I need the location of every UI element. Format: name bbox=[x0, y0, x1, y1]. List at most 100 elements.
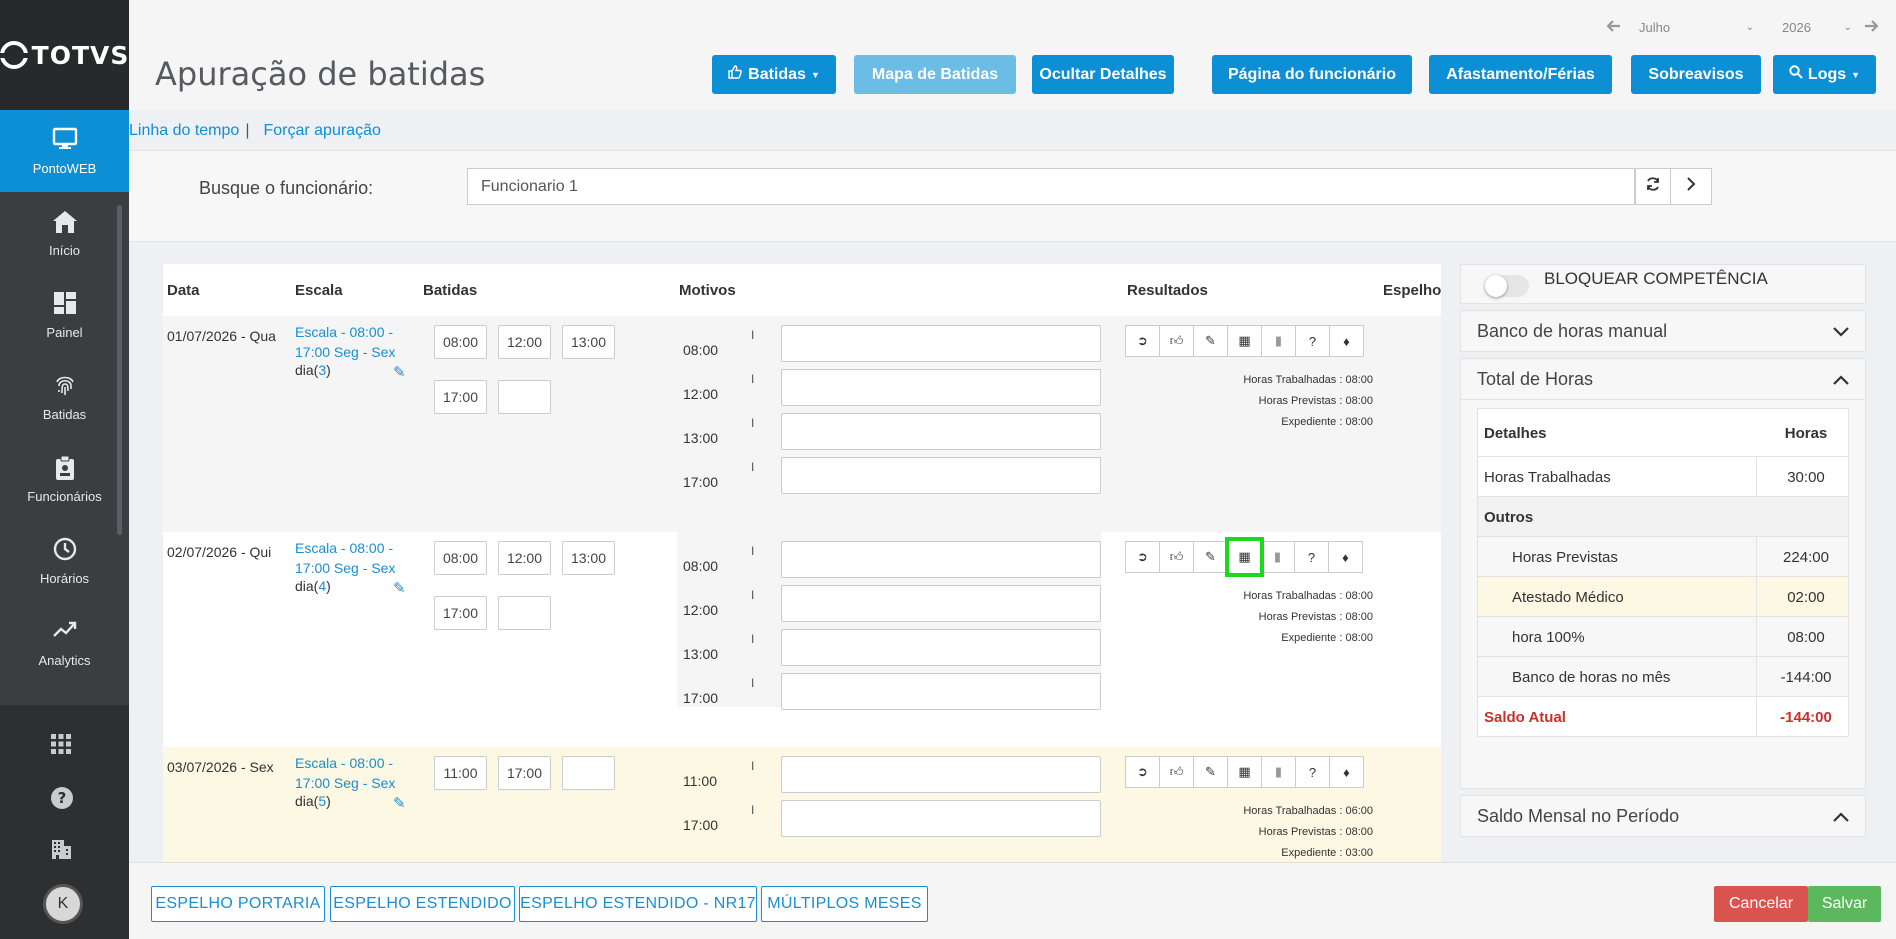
sidebar-item-inicio[interactable]: Início bbox=[0, 192, 129, 274]
pagina-funcionario-button[interactable]: Página do funcionário bbox=[1212, 55, 1412, 94]
next-employee-button[interactable] bbox=[1670, 168, 1712, 205]
afastamento-ferias-button[interactable]: Afastamento/Férias bbox=[1429, 55, 1612, 94]
sidebar-item-pontoweb[interactable]: PontoWEB bbox=[0, 110, 129, 192]
thumbs-up-icon[interactable]: 👍︎ bbox=[1159, 541, 1194, 573]
multiplos-meses-button[interactable]: MÚLTIPLOS MESES bbox=[761, 886, 928, 922]
batida-input[interactable]: 17:00 bbox=[434, 596, 487, 630]
exit-icon[interactable]: ➲ bbox=[1125, 541, 1160, 573]
motivo-input[interactable] bbox=[781, 673, 1101, 710]
question-icon[interactable]: ? bbox=[1295, 325, 1330, 357]
edit-escala-pencil-icon[interactable]: ✎ bbox=[393, 579, 406, 597]
employee-search-input[interactable]: Funcionario 1 bbox=[467, 168, 1635, 205]
batida-input[interactable]: 17:00 bbox=[498, 756, 551, 790]
motivo-input[interactable] bbox=[781, 541, 1101, 578]
chevron-up-icon[interactable] bbox=[1833, 806, 1849, 827]
bloquear-competencia-toggle[interactable] bbox=[1485, 275, 1529, 297]
motivo-input[interactable] bbox=[781, 369, 1101, 406]
dia-number[interactable]: 5 bbox=[318, 793, 326, 809]
sidebar-item-batidas[interactable]: Batidas bbox=[0, 356, 129, 438]
calendar-icon[interactable]: ▦ bbox=[1227, 325, 1262, 357]
ocultar-detalhes-button[interactable]: Ocultar Detalhes bbox=[1032, 55, 1174, 94]
month-select[interactable]: Julho ⌄ bbox=[1639, 20, 1754, 35]
batida-input[interactable]: 17:00 bbox=[434, 380, 487, 414]
motivo-input[interactable] bbox=[781, 413, 1101, 450]
refresh-button[interactable] bbox=[1635, 168, 1671, 205]
batida-input[interactable]: 08:00 bbox=[434, 325, 487, 359]
cell-divider bbox=[1756, 657, 1757, 696]
batidas-dropdown-button[interactable]: Batidas ▼ bbox=[712, 55, 836, 94]
escala-link[interactable]: Escala - 08:00 - 17:00 Seg - Sex bbox=[295, 322, 405, 362]
apps-grid-icon[interactable] bbox=[50, 733, 72, 761]
pencil-icon[interactable]: ✎ bbox=[1193, 756, 1228, 788]
espelho-estendido-button[interactable]: ESPELHO ESTENDIDO bbox=[330, 886, 515, 922]
chevron-down-icon[interactable] bbox=[1833, 321, 1849, 342]
pencil-icon[interactable]: ✎ bbox=[1193, 325, 1228, 357]
header-motivos: Motivos bbox=[679, 282, 736, 299]
forcar-apuracao-link[interactable]: Forçar apuração bbox=[263, 122, 380, 140]
bell-icon[interactable]: ♦ bbox=[1329, 756, 1364, 788]
motivo-input[interactable] bbox=[781, 756, 1101, 793]
edit-escala-pencil-icon[interactable]: ✎ bbox=[393, 363, 406, 381]
bell-icon[interactable]: ♦ bbox=[1329, 325, 1364, 357]
sidebar-item-analytics[interactable]: Analytics bbox=[0, 602, 129, 684]
batida-input[interactable]: 12:00 bbox=[498, 325, 551, 359]
sobreavisos-button[interactable]: Sobreavisos bbox=[1631, 55, 1761, 94]
batida-input-empty[interactable] bbox=[562, 756, 615, 790]
comment-icon[interactable]: ▮ bbox=[1260, 541, 1295, 573]
exit-icon[interactable]: ➲ bbox=[1125, 756, 1160, 788]
cell-divider bbox=[1756, 697, 1757, 736]
dia-number[interactable]: 4 bbox=[318, 578, 326, 594]
banco-horas-manual-panel[interactable]: Banco de horas manual bbox=[1460, 310, 1866, 352]
motivo-input[interactable] bbox=[781, 325, 1101, 362]
batida-input[interactable]: 13:00 bbox=[562, 541, 615, 575]
motivo-input[interactable] bbox=[781, 585, 1101, 622]
escala-link[interactable]: Escala - 08:00 - 17:00 Seg - Sex bbox=[295, 753, 405, 793]
batida-input[interactable]: 11:00 bbox=[434, 756, 487, 790]
batida-input-empty[interactable] bbox=[498, 380, 551, 414]
bell-icon[interactable]: ♦ bbox=[1328, 541, 1363, 573]
pencil-icon[interactable]: ✎ bbox=[1193, 541, 1228, 573]
arrow-right-icon[interactable] bbox=[1864, 20, 1879, 35]
espelho-portaria-button[interactable]: ESPELHO PORTARIA bbox=[151, 886, 325, 922]
motivo-input[interactable] bbox=[781, 629, 1101, 666]
row-date: 01/07/2026 - Qua bbox=[167, 328, 276, 344]
sidebar-item-painel[interactable]: Painel bbox=[0, 274, 129, 356]
espelho-nr17-button[interactable]: ESPELHO ESTENDIDO - NR17 bbox=[519, 886, 757, 922]
chevron-up-icon[interactable] bbox=[1833, 369, 1849, 390]
thumbs-up-icon[interactable]: 👍︎ bbox=[1159, 325, 1194, 357]
calendar-icon[interactable]: ▦ bbox=[1227, 756, 1262, 788]
batida-input[interactable]: 13:00 bbox=[562, 325, 615, 359]
mapa-de-batidas-button[interactable]: Mapa de Batidas bbox=[854, 55, 1016, 94]
logs-dropdown-button[interactable]: Logs ▼ bbox=[1773, 55, 1876, 94]
thumbs-up-icon[interactable]: 👍︎ bbox=[1159, 756, 1194, 788]
question-icon[interactable]: ? bbox=[1295, 756, 1330, 788]
dia-number[interactable]: 3 bbox=[318, 362, 326, 378]
comment-icon[interactable]: ▮ bbox=[1261, 325, 1296, 357]
help-icon[interactable]: ? bbox=[50, 786, 74, 816]
sidebar-scrollbar[interactable] bbox=[117, 205, 122, 535]
question-icon[interactable]: ? bbox=[1294, 541, 1329, 573]
building-icon[interactable] bbox=[50, 838, 72, 866]
year-select[interactable]: 2026 ⌄ bbox=[1782, 20, 1852, 35]
batida-input[interactable]: 08:00 bbox=[434, 541, 487, 575]
sidebar-item-funcionarios[interactable]: Funcionários bbox=[0, 438, 129, 520]
batida-input-empty[interactable] bbox=[498, 596, 551, 630]
motivo-input[interactable] bbox=[781, 800, 1101, 837]
escala-link[interactable]: Escala - 08:00 - 17:00 Seg - Sex bbox=[295, 538, 405, 578]
linha-do-tempo-link[interactable]: Linha do tempo bbox=[129, 122, 239, 140]
motivo-time: 11:00 bbox=[683, 773, 717, 789]
avatar[interactable]: K bbox=[43, 884, 83, 924]
cancel-button[interactable]: Cancelar bbox=[1714, 886, 1808, 922]
comment-icon[interactable]: ▮ bbox=[1261, 756, 1296, 788]
row-date: 02/07/2026 - Qui bbox=[167, 544, 272, 560]
save-button[interactable]: Salvar bbox=[1808, 886, 1881, 922]
motivo-input[interactable] bbox=[781, 457, 1101, 494]
calendar-icon[interactable]: ▦ bbox=[1225, 537, 1264, 577]
saldo-mensal-panel[interactable]: Saldo Mensal no Período bbox=[1460, 795, 1866, 837]
batida-input[interactable]: 12:00 bbox=[498, 541, 551, 575]
arrow-left-icon[interactable] bbox=[1606, 20, 1621, 35]
totvs-logo[interactable]: TOTVS bbox=[0, 0, 129, 110]
sidebar-item-horarios[interactable]: Horários bbox=[0, 520, 129, 602]
edit-escala-pencil-icon[interactable]: ✎ bbox=[393, 794, 406, 812]
exit-icon[interactable]: ➲ bbox=[1125, 325, 1160, 357]
